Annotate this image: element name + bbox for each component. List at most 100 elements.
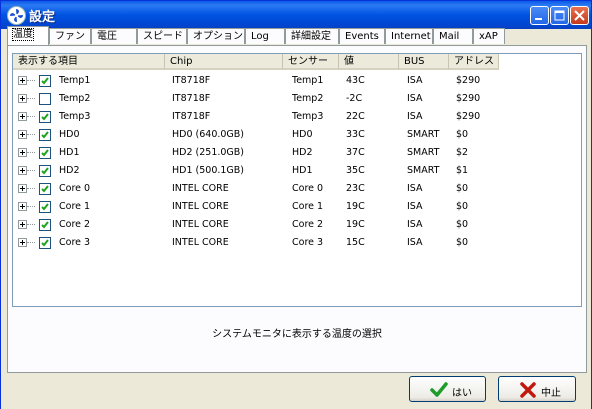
row-value: 19C: [346, 219, 365, 230]
minimize-button[interactable]: [530, 6, 549, 25]
tree-line: [27, 188, 35, 189]
row-address: $1: [456, 165, 469, 176]
row-sensor: Temp3: [292, 111, 324, 122]
row-item-name: HD1: [59, 147, 80, 158]
expand-icon[interactable]: [18, 184, 27, 193]
col-header-address[interactable]: アドレス: [449, 54, 499, 70]
expand-icon[interactable]: [18, 220, 27, 229]
row-bus: ISA: [407, 75, 423, 86]
tab-speed[interactable]: スピード: [137, 28, 187, 44]
col-header-bus[interactable]: BUS: [399, 54, 449, 70]
table-row[interactable]: Core 0 INTEL CORE Core 0 23C ISA $0: [13, 180, 581, 198]
expand-icon[interactable]: [18, 166, 27, 175]
tab-temperature[interactable]: 温度: [7, 26, 49, 45]
row-address: $290: [456, 75, 481, 86]
table-row[interactable]: HD0 HD0 (640.0GB) HD0 33C SMART $0: [13, 126, 581, 144]
table-header: 表示する項目 Chip センサー 値 BUS アドレス: [13, 54, 581, 71]
row-sensor: HD1: [292, 165, 313, 176]
row-checkbox[interactable]: [39, 111, 51, 123]
col-header-item[interactable]: 表示する項目: [13, 54, 165, 70]
table-row[interactable]: Core 2 INTEL CORE Core 2 19C ISA $0: [13, 216, 581, 234]
row-chip: IT8718F: [172, 111, 211, 122]
row-address: $2: [456, 147, 469, 158]
tab-advanced[interactable]: 詳細設定: [285, 28, 339, 44]
row-address: $0: [456, 183, 469, 194]
row-chip: HD2 (251.0GB): [172, 147, 245, 158]
table-row[interactable]: HD1 HD2 (251.0GB) HD2 37C SMART $2: [13, 144, 581, 162]
table-row[interactable]: Temp2 IT8718F Temp2 -2C ISA $290: [13, 90, 581, 108]
expand-icon[interactable]: [18, 112, 27, 121]
row-sensor: HD0: [292, 129, 313, 140]
row-address: $290: [456, 111, 481, 122]
tab-xap[interactable]: xAP: [473, 28, 505, 44]
table-row[interactable]: Core 3 INTEL CORE Core 3 15C ISA $0: [13, 234, 581, 252]
tree-line: [27, 134, 35, 135]
expand-icon[interactable]: [18, 76, 27, 85]
row-checkbox[interactable]: [39, 129, 51, 141]
row-chip: INTEL CORE: [172, 237, 229, 248]
row-bus: SMART: [407, 165, 440, 176]
row-chip: INTEL CORE: [172, 201, 229, 212]
tab-fan[interactable]: ファン: [49, 28, 91, 44]
expand-icon[interactable]: [18, 130, 27, 139]
tab-mail[interactable]: Mail: [433, 28, 473, 44]
col-header-value[interactable]: 値: [339, 54, 399, 70]
row-bus: ISA: [407, 93, 423, 104]
ok-button[interactable]: はい: [409, 376, 486, 402]
settings-window: 設定 温度 ファン 電圧 スピード オプション Log 詳細設定 Events …: [0, 0, 592, 409]
tree-line: [27, 116, 35, 117]
cancel-button[interactable]: 中止: [498, 376, 576, 402]
maximize-button[interactable]: [550, 6, 569, 25]
tree-line: [27, 242, 35, 243]
tab-internet[interactable]: Internet: [385, 28, 433, 44]
table-row[interactable]: Core 1 INTEL CORE Core 1 19C ISA $0: [13, 198, 581, 216]
row-value: 43C: [346, 75, 365, 86]
close-button[interactable]: [570, 6, 589, 25]
tab-events[interactable]: Events: [339, 28, 385, 44]
sensor-table[interactable]: 表示する項目 Chip センサー 値 BUS アドレス Temp1 IT8718F…: [12, 53, 582, 307]
title-bar[interactable]: 設定: [1, 1, 591, 29]
table-row[interactable]: Temp3 IT8718F Temp3 22C ISA $290: [13, 108, 581, 126]
row-checkbox[interactable]: [39, 183, 51, 195]
row-sensor: Core 0: [292, 183, 324, 194]
row-chip: INTEL CORE: [172, 219, 229, 230]
expand-icon[interactable]: [18, 238, 27, 247]
row-checkbox[interactable]: [39, 237, 51, 249]
row-checkbox[interactable]: [39, 147, 51, 159]
row-chip: HD1 (500.1GB): [172, 165, 245, 176]
row-sensor: Core 2: [292, 219, 324, 230]
row-item-name: Temp3: [59, 111, 91, 122]
table-row[interactable]: HD2 HD1 (500.1GB) HD1 35C SMART $1: [13, 162, 581, 180]
row-checkbox[interactable]: [39, 165, 51, 177]
expand-icon[interactable]: [18, 94, 27, 103]
tree-line: [27, 152, 35, 153]
tab-options[interactable]: オプション: [187, 28, 245, 44]
row-value: 22C: [346, 111, 365, 122]
checkmark-icon: [430, 382, 448, 397]
row-value: 23C: [346, 183, 365, 194]
expand-icon[interactable]: [18, 202, 27, 211]
row-checkbox[interactable]: [39, 93, 51, 105]
expand-icon[interactable]: [18, 148, 27, 157]
row-checkbox[interactable]: [39, 219, 51, 231]
table-row[interactable]: Temp1 IT8718F Temp1 43C ISA $290: [13, 72, 581, 90]
row-sensor: Core 1: [292, 201, 324, 212]
row-address: $290: [456, 93, 481, 104]
row-item-name: Core 3: [59, 237, 91, 248]
row-chip: IT8718F: [172, 75, 211, 86]
col-header-chip[interactable]: Chip: [165, 54, 283, 70]
row-bus: ISA: [407, 237, 423, 248]
tab-voltage[interactable]: 電圧: [91, 28, 137, 44]
row-item-name: Temp1: [59, 75, 91, 86]
row-address: $0: [456, 129, 469, 140]
row-chip: HD0 (640.0GB): [172, 129, 245, 140]
row-address: $0: [456, 237, 469, 248]
tree-line: [27, 224, 35, 225]
row-checkbox[interactable]: [39, 201, 51, 213]
row-bus: ISA: [407, 219, 423, 230]
row-sensor: Core 3: [292, 237, 324, 248]
row-checkbox[interactable]: [39, 75, 51, 87]
row-value: 15C: [346, 237, 365, 248]
col-header-sensor[interactable]: センサー: [283, 54, 339, 70]
tab-log[interactable]: Log: [245, 28, 285, 44]
